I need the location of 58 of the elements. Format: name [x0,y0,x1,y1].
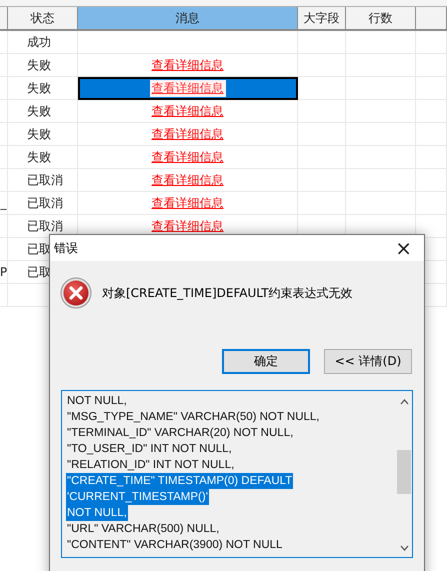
column-header[interactable]: 行数 [346,7,416,31]
column-header[interactable] [416,7,447,31]
table-cell [298,100,346,123]
ok-button[interactable]: 确定 [222,349,310,374]
status-text: 失败 [27,80,51,96]
status-text: 失败 [27,56,51,74]
details-link[interactable]: 查看详细信息 [150,80,226,96]
code-line: "TO_USER_ID" INT NOT NULL, [66,442,233,457]
dialog-title: 错误 [54,240,78,256]
column-header[interactable] [0,7,8,31]
scrollbar-thumb[interactable] [397,450,411,494]
close-button[interactable]: × [391,238,416,258]
code-line: "CONTENT" VARCHAR(3900) NOT NULL [66,538,284,553]
details-text-area[interactable] [61,390,413,558]
column-header[interactable]: 大字段 [298,7,346,31]
status-text: 已取消 [27,194,63,212]
column-header[interactable]: 消息 [78,7,298,31]
table-cell [298,54,346,77]
column-header[interactable]: 状态 [8,7,78,31]
table-cell [416,31,447,54]
message-cell[interactable]: 查看详细信息 [78,77,298,100]
table-cell [298,31,346,54]
details-link[interactable]: 查看详细信息 [152,218,224,234]
table-cell [346,31,416,54]
status-text: 已取 [27,240,51,258]
status-text: 已取 [27,264,51,280]
scroll-up-icon[interactable] [400,399,408,405]
status-text: 失败 [27,126,51,142]
message-cell[interactable]: 查看详细信息 [78,146,298,169]
status-text: 失败 [27,148,51,166]
details-link[interactable]: 查看详细信息 [152,102,224,120]
status-text: 成功 [27,34,51,50]
details-link[interactable]: 查看详细信息 [152,172,224,188]
code-line: NOT NULL, [66,394,128,409]
scroll-down-icon[interactable] [400,545,408,551]
error-icon [60,277,92,309]
message-cell[interactable]: 查看详细信息 [78,123,298,146]
error-message: 对象[CREATE_TIME]DEFAULT约束表达式无效 [102,284,353,302]
cell-text: P [0,265,7,279]
details-button[interactable]: << 详情(D) [324,349,412,374]
table-cell [298,77,346,100]
message-cell[interactable]: 查看详细信息 [78,100,298,123]
details-link[interactable]: 查看详细信息 [152,194,224,212]
message-cell[interactable]: 查看详细信息 [78,54,298,77]
status-text: 已取消 [27,218,63,234]
message-cell[interactable] [78,31,298,54]
code-line: "MSG_TYPE_NAME" VARCHAR(50) NOT NULL, [66,410,320,425]
status-text: 失败 [27,102,51,120]
message-cell[interactable]: 查看详细信息 [78,192,298,215]
status-text: 已取消 [27,172,63,188]
message-cell[interactable]: 查看详细信息 [78,169,298,192]
code-line: "TERMINAL_ID" VARCHAR(20) NOT NULL, [66,426,294,441]
code-line: "RELATION_ID" INT NOT NULL, [66,458,236,473]
code-line: "URL" VARCHAR(500) NULL, [66,522,220,537]
details-link[interactable]: 查看详细信息 [152,56,224,74]
cell-text: _ [0,196,6,210]
details-link[interactable]: 查看详细信息 [152,148,224,166]
details-link[interactable]: 查看详细信息 [152,126,224,142]
